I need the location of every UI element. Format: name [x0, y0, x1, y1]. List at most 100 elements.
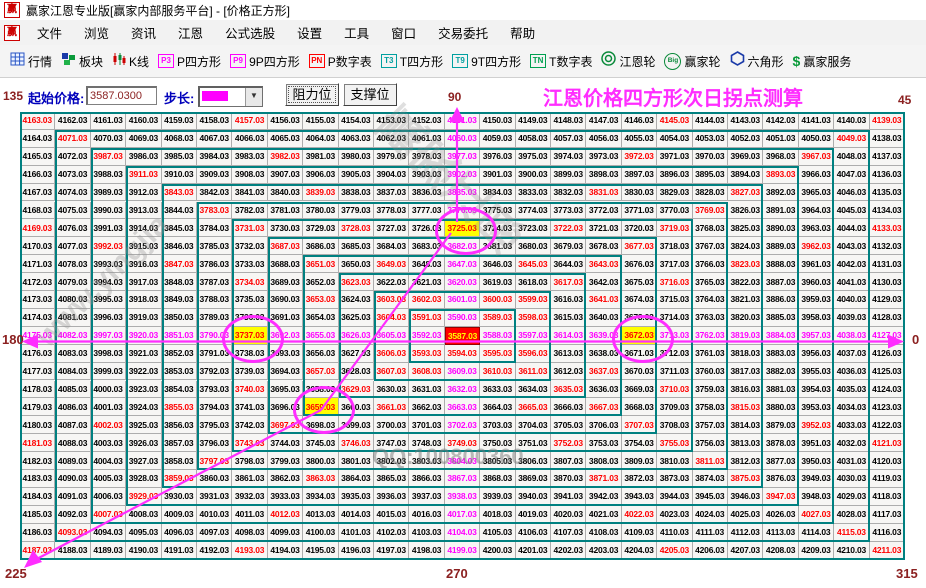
price-cell: 3671.03 [621, 344, 658, 363]
price-cell: 4154.03 [338, 112, 374, 130]
price-cell: 4199.03 [444, 541, 481, 560]
price-cell: 3596.03 [515, 344, 551, 363]
price-cell: 3966.03 [798, 165, 835, 184]
price-cell: 3980.03 [338, 147, 374, 166]
price-cell: 4200.03 [480, 541, 516, 560]
menu-item-9[interactable]: 交易委托 [427, 27, 499, 41]
toolbar-button-六角形[interactable]: 六角形 [730, 51, 784, 71]
toolbar-button-赢家服务[interactable]: $ 赢家服务 [793, 53, 852, 70]
price-cell: 3641.03 [586, 291, 622, 309]
price-cell: 3961.03 [798, 255, 835, 274]
price-cell: 3933.03 [267, 487, 304, 506]
price-cell: 3624.03 [338, 291, 374, 309]
price-cell: 3970.03 [692, 147, 728, 166]
gann-square-grid: 4163.03 4162.03 4161.03 4160.03 4159.03 4158.… [20, 112, 905, 560]
price-cell: 4107.03 [551, 523, 587, 542]
price-cell: 3988.03 [90, 165, 127, 184]
price-cell: 3944.03 [657, 487, 693, 506]
price-cell: 4026.03 [763, 505, 799, 524]
price-cell: 4000.03 [90, 380, 127, 399]
toolbar-button-T四方形[interactable]: T3 T四方形 [380, 53, 443, 70]
menu-item-2[interactable]: 浏览 [73, 27, 120, 41]
price-cell: 4160.03 [126, 112, 162, 130]
price-cell: 3700.03 [374, 416, 410, 435]
price-cell: 3815.03 [728, 398, 764, 417]
price-cell: 4066.03 [232, 129, 268, 148]
price-cell: 3813.03 [728, 434, 764, 453]
price-cell: 3934.03 [303, 487, 339, 506]
menu-item-10[interactable]: 帮助 [499, 27, 546, 41]
price-cell: 3728.03 [338, 219, 374, 238]
chevron-down-icon[interactable]: ▼ [245, 88, 262, 106]
price-cell: 3818.03 [728, 344, 764, 363]
controls-row: 135 起始价格: 步长: ▼ 阻力位 支撑位 90 江恩价格四方形次日拐点测算… [0, 78, 926, 112]
price-cell: 3908.03 [232, 165, 268, 184]
price-cell: 3695.03 [267, 380, 304, 399]
price-cell: 3896.03 [657, 165, 693, 184]
price-cell: 3881.03 [763, 380, 799, 399]
price-cell: 3707.03 [621, 416, 658, 435]
price-cell: 3685.03 [338, 237, 374, 256]
price-cell: 4120.03 [869, 452, 905, 470]
price-cell: 3926.03 [126, 434, 162, 453]
price-cell: 4163.03 [20, 112, 56, 130]
price-cell: 3732.03 [232, 237, 268, 256]
toolbar-button-江恩轮[interactable]: 江恩轮 [601, 51, 655, 71]
price-cell: 3990.03 [90, 201, 127, 220]
price-cell: 4001.03 [90, 398, 127, 417]
price-cell: 3810.03 [657, 452, 693, 470]
price-cell: 3843.03 [161, 183, 197, 202]
price-cell: 4096.03 [161, 523, 197, 542]
menu-item-6[interactable]: 设置 [286, 27, 333, 41]
price-cell: 3683.03 [409, 237, 445, 256]
price-cell: 3871.03 [586, 470, 622, 488]
price-cell: 3830.03 [621, 183, 658, 202]
toolbar-button-赢家轮[interactable]: Big 赢家轮 [664, 52, 721, 70]
price-cell: 4170.03 [20, 237, 56, 256]
price-cell: 4008.03 [126, 505, 162, 524]
menu-item-7[interactable]: 工具 [333, 27, 380, 41]
price-cell: 4081.03 [55, 308, 91, 327]
toolbar-button-T数字表[interactable]: TN T数字表 [530, 53, 592, 70]
price-cell: 3598.03 [515, 308, 551, 327]
price-cell: 3764.03 [692, 291, 728, 309]
price-cell: 3619.03 [480, 273, 516, 291]
price-cell: 3642.03 [586, 273, 622, 291]
menu-item-4[interactable]: 江恩 [167, 27, 214, 41]
price-cell: 3613.03 [551, 344, 587, 363]
angle-label-0: 0 [912, 332, 920, 347]
price-cell: 3898.03 [586, 165, 622, 184]
price-cell: 3827.03 [728, 183, 764, 202]
toolbar-button-P数字表[interactable]: PN P数字表 [308, 53, 372, 70]
price-cell: 3785.03 [197, 237, 233, 256]
price-cell: 3731.03 [232, 219, 268, 238]
toolbar-button-P四方形[interactable]: P3 P四方形 [158, 53, 221, 70]
toolbar-button-9T四方形[interactable]: T9 9T四方形 [452, 53, 521, 70]
start-price-input[interactable] [86, 86, 157, 105]
support-button[interactable]: 支撑位 [343, 83, 397, 106]
price-cell: 4070.03 [90, 129, 127, 148]
menu-item-5[interactable]: 公式选股 [214, 27, 286, 41]
toolbar-button-板块[interactable]: 板块 [61, 52, 103, 71]
price-cell: 4025.03 [728, 505, 764, 524]
price-cell: 3776.03 [444, 201, 481, 220]
price-cell: 4050.03 [798, 129, 835, 148]
price-cell: 4128.03 [869, 308, 905, 327]
price-cell: 3733.03 [232, 255, 268, 274]
price-cell: 3805.03 [480, 452, 516, 470]
toolbar-button-K线[interactable]: K线 [112, 52, 149, 71]
resistance-button[interactable]: 阻力位 [285, 83, 339, 106]
menu-item-1[interactable]: 文件 [26, 27, 73, 41]
menu-item-8[interactable]: 窗口 [380, 27, 427, 41]
price-cell: 3954.03 [798, 380, 835, 399]
toolbar-button-行情[interactable]: 行情 [10, 52, 52, 71]
toolbar-button-9P四方形[interactable]: P9 9P四方形 [230, 53, 300, 70]
menu-item-3[interactable]: 资讯 [120, 27, 167, 41]
price-cell: 4106.03 [515, 523, 551, 542]
price-cell: 3998.03 [90, 344, 127, 363]
step-color-combobox[interactable]: ▼ [198, 86, 263, 107]
price-cell: 3765.03 [692, 273, 728, 291]
price-cell: 3616.03 [551, 291, 587, 309]
price-cell: 3839.03 [303, 183, 339, 202]
gann-wheel-icon [601, 51, 617, 71]
